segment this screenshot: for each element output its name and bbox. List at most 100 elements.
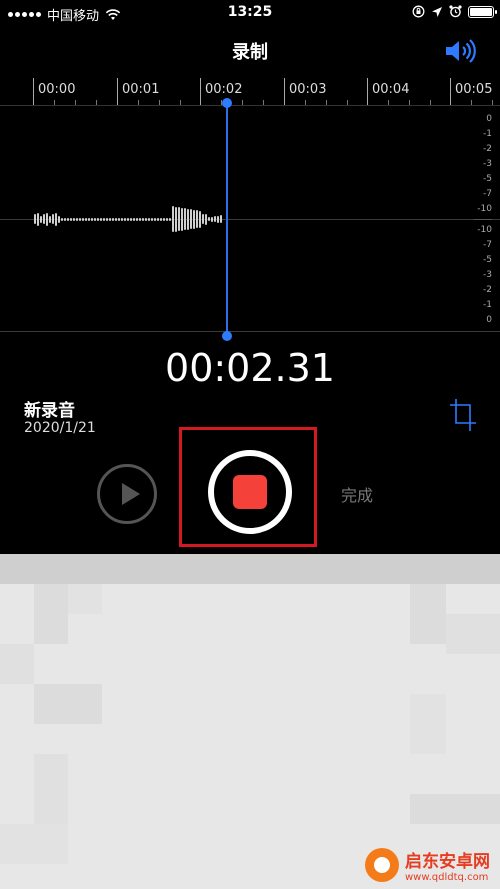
waveform-bar [133,217,135,221]
waveform-bar [121,217,123,221]
waveform-bar [52,214,54,224]
waveform-area[interactable]: 0 -1 -2 -3 -5 -7 -10 -10 -7 -5 -3 -2 -1 … [0,106,500,332]
waveform-bar [178,207,180,231]
timeline-label: 00:00 [38,82,76,97]
timeline-minor-tick [75,100,76,105]
waveform-bar [115,217,117,221]
waveform-bar [79,217,81,221]
timeline-minor-tick [263,100,264,105]
alarm-icon [449,5,462,18]
playhead-bottom-handle[interactable] [222,331,232,341]
waveform-bar [76,217,78,221]
watermark-logo-icon [365,848,399,882]
playhead[interactable] [226,101,228,337]
waveform-bar [196,210,198,228]
timeline-minor-tick [430,100,431,105]
waveform-bar [40,215,42,223]
waveform-bar [217,215,219,223]
waveform-bar [70,217,72,221]
waveform-bar [205,213,207,225]
timeline-minor-tick [96,100,97,105]
waveform-bar [46,212,48,226]
waveform-bar [154,217,156,221]
waveform-bar [127,217,129,221]
timeline-tick [117,78,118,105]
timeline-ruler[interactable]: 00:00 00:01 00:02 00:03 00:04 00:05 [0,78,500,106]
meter-db-label: 0 [486,114,492,124]
waveform-bar [130,217,132,221]
waveform-bar [220,215,222,223]
recording-name[interactable]: 新录音 [24,396,75,421]
waveform-bar [55,212,57,226]
page-title: 录制 [232,42,268,63]
mosaic-block [446,614,500,654]
meter-db-label: -7 [483,240,492,250]
waveform-bar [124,217,126,221]
timeline-label: 00:04 [372,82,410,97]
waveform-bar [49,215,51,223]
speaker-wave-icon[interactable] [444,38,478,64]
waveform-bar [97,217,99,221]
timeline-label: 00:01 [122,82,160,97]
waveform-bar [100,217,102,221]
meter-db-label: -2 [483,285,492,295]
waveform-bar [88,217,90,221]
waveform-bar [37,212,39,226]
waveform-bar [61,217,63,221]
waveform-center-line [0,219,500,220]
waveform-bar [136,217,138,221]
timeline-minor-tick [242,100,243,105]
meter-db-label: 0 [486,315,492,325]
waveform-bar [109,217,111,221]
meter-db-label: -1 [483,300,492,310]
waveform-bar [43,214,45,224]
meter-db-label: -2 [483,144,492,154]
waveform-bar [199,210,201,228]
waveform-bar [106,217,108,221]
waveform-bar [94,217,96,221]
trim-icon[interactable] [448,397,478,433]
status-bar: 中国移动 13:25 [0,0,500,28]
mosaic-block [0,824,68,864]
mosaic-block [34,754,68,824]
mosaic-block [410,794,500,824]
timeline-minor-tick [138,100,139,105]
waveform-bar [103,217,105,221]
meter-divider [474,219,492,220]
meter-db-label: -5 [483,255,492,265]
timeline-minor-tick [180,100,181,105]
mosaic-block [34,584,68,644]
waveform-bar [184,208,186,230]
waveform-bar [73,217,75,221]
waveform-bar [160,217,162,221]
mosaic-block [410,694,446,754]
waveform-bar [112,217,114,221]
waveform-bar [208,217,210,221]
timeline-minor-tick [347,100,348,105]
waveform-bar [139,217,141,221]
waveform-bar [181,207,183,231]
timeline-minor-tick [388,100,389,105]
timeline-minor-tick [159,100,160,105]
location-icon [432,6,442,17]
waveform-bar [187,208,189,230]
meter-db-label: -5 [483,174,492,184]
meter-db-label: -10 [477,225,492,235]
recording-date: 2020/1/21 [24,420,96,436]
obscured-panel: 启东安卓网 www.qdldtq.com [0,554,500,889]
meter-db-label: -7 [483,189,492,199]
play-icon[interactable] [97,464,157,524]
playhead-top-handle[interactable] [222,98,232,108]
panel-bar [0,554,500,584]
watermark-text: 启东安卓网 www.qdldtq.com [405,847,490,883]
timeline-tick [284,78,285,105]
timeline-label: 00:05 [455,82,493,97]
meter-db-label: -10 [477,204,492,214]
timeline-minor-tick [54,100,55,105]
timeline-tick [200,78,201,105]
waveform-bar [202,214,204,224]
done-button[interactable]: 完成 [341,482,373,506]
timeline-minor-tick [471,100,472,105]
stop-record-icon[interactable] [233,475,267,509]
mosaic-block [0,644,34,684]
